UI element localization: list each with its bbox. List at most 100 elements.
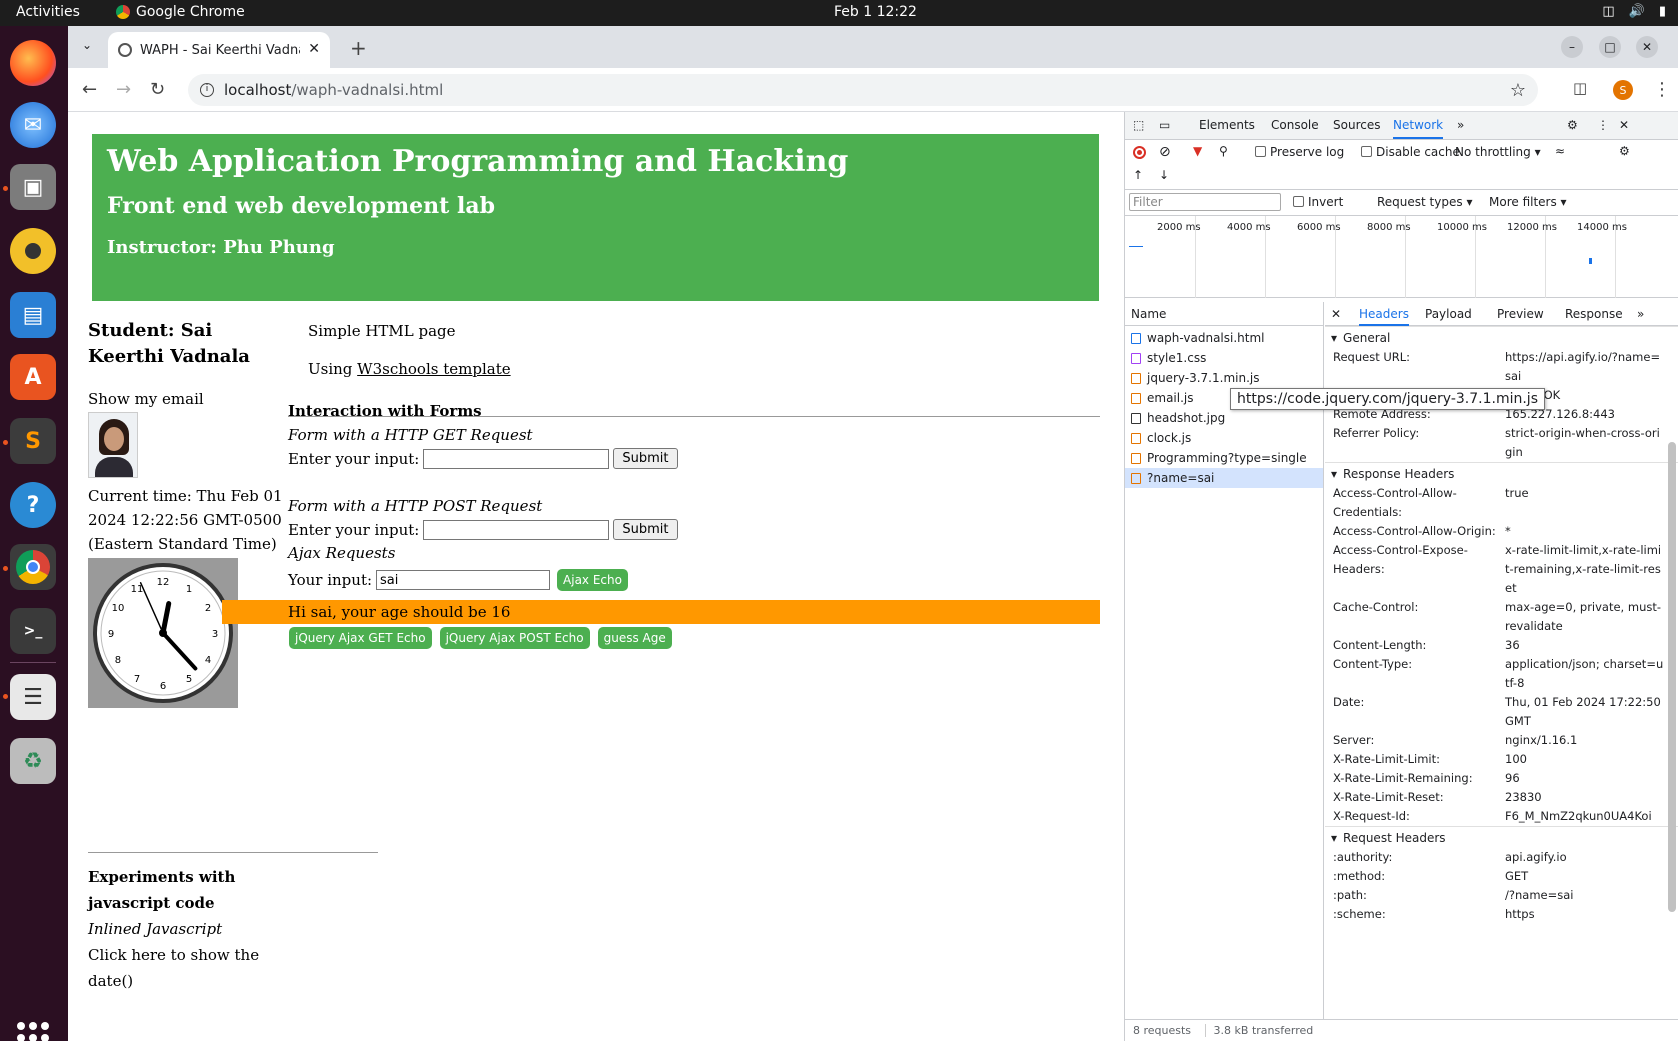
general-section-header[interactable]: ▾ General (1325, 326, 1678, 348)
post-input-field[interactable] (423, 519, 610, 540)
network-conditions-icon[interactable]: ≈ (1555, 144, 1565, 158)
network-settings-icon[interactable]: ⚙ (1619, 144, 1630, 158)
header-value[interactable]: F6_M_NmZ2qkun0UA4Koi (1505, 807, 1665, 826)
filter-icon[interactable]: ▼ (1193, 144, 1202, 158)
header-value[interactable]: 23830 (1505, 788, 1665, 807)
throttling-select[interactable]: No throttling ▾ (1455, 145, 1541, 159)
response-headers-section-header[interactable]: ▾ Response Headers (1325, 462, 1678, 484)
address-bar[interactable]: i localhost/waph-vadnalsi.html ☆ (188, 74, 1538, 106)
rhythmbox-icon[interactable] (10, 228, 56, 274)
show-email-link[interactable]: Show my email (88, 386, 288, 412)
request-row[interactable]: Programming?type=single (1125, 448, 1323, 468)
import-har-icon[interactable]: ↑ (1133, 168, 1143, 182)
writer-icon[interactable]: ▤ (10, 292, 56, 338)
trash-icon[interactable]: ♻ (10, 738, 56, 784)
export-har-icon[interactable]: ↓ (1159, 168, 1169, 182)
network-timeline[interactable]: 2000 ms 4000 ms 6000 ms 8000 ms 10000 ms 1200… (1125, 216, 1678, 298)
device-toolbar-icon[interactable]: ▭ (1159, 118, 1170, 132)
jquery-post-button[interactable]: jQuery Ajax POST Echo (438, 626, 591, 650)
help-icon[interactable]: ? (10, 482, 56, 528)
record-icon[interactable] (1133, 146, 1146, 159)
reload-icon[interactable]: ↻ (150, 79, 165, 100)
header-value[interactable]: nginx/1.16.1 (1505, 731, 1665, 750)
request-row[interactable]: jquery-3.7.1.min.js (1125, 368, 1323, 388)
forward-icon[interactable]: → (116, 79, 131, 100)
get-input-field[interactable] (423, 448, 610, 469)
header-value[interactable]: 100 (1505, 750, 1665, 769)
header-value[interactable]: * (1505, 522, 1665, 541)
settings-icon[interactable]: ⚙ (1567, 118, 1578, 132)
invert-checkbox[interactable]: Invert (1293, 195, 1343, 209)
header-value[interactable]: GET (1505, 867, 1665, 886)
header-value[interactable]: max-age=0, private, must-revalidate (1505, 598, 1665, 636)
tab-list-chevron-icon[interactable]: ⌄ (82, 38, 92, 52)
show-date-link[interactable]: Click here to show the date() (88, 942, 288, 994)
header-value[interactable]: https://api.agify.io/?name=sai (1505, 348, 1665, 386)
browser-tab[interactable]: WAPH - Sai Keerthi Vadnalsi ✕ (108, 32, 330, 68)
devtools-menu-icon[interactable]: ⋮ (1597, 118, 1609, 132)
request-headers-section-header[interactable]: ▾ Request Headers (1325, 826, 1678, 848)
request-row[interactable]: style1.css (1125, 348, 1323, 368)
thunderbird-icon[interactable]: ✉ (10, 102, 56, 148)
devtools-close-icon[interactable]: ✕ (1619, 118, 1629, 132)
tab-response[interactable]: Response (1565, 307, 1623, 321)
preserve-log-checkbox[interactable]: Preserve log (1255, 145, 1344, 159)
side-panel-icon[interactable]: ◫ (1573, 79, 1587, 97)
search-icon[interactable]: ⚲ (1219, 144, 1228, 158)
show-apps-icon[interactable] (17, 1022, 49, 1041)
tab-close-icon[interactable]: ✕ (308, 41, 320, 57)
name-column-header[interactable]: Name (1125, 302, 1323, 326)
terminal-icon[interactable]: >_ (10, 608, 56, 654)
tab-payload[interactable]: Payload (1425, 307, 1472, 321)
profile-avatar[interactable]: S (1613, 80, 1633, 100)
request-row[interactable]: ?name=sai (1125, 468, 1323, 488)
header-value[interactable]: /?name=sai (1505, 886, 1665, 905)
bookmark-star-icon[interactable]: ☆ (1510, 80, 1526, 101)
header-value[interactable]: application/json; charset=utf-8 (1505, 655, 1665, 693)
new-tab-icon[interactable]: + (350, 36, 367, 60)
system-clock[interactable]: Feb 1 12:22 (834, 4, 917, 20)
header-value[interactable]: https (1505, 905, 1665, 924)
jquery-get-button[interactable]: jQuery Ajax GET Echo (288, 626, 433, 650)
files-icon[interactable]: ▣ (10, 164, 56, 210)
tab-console[interactable]: Console (1271, 118, 1319, 132)
close-details-icon[interactable]: ✕ (1331, 307, 1341, 321)
ajax-echo-button[interactable]: Ajax Echo (556, 568, 629, 592)
request-row[interactable]: waph-vadnalsi.html (1125, 328, 1323, 348)
document-viewer-icon[interactable]: ☰ (10, 674, 56, 720)
sublime-text-icon[interactable]: S (10, 418, 56, 464)
details-scrollbar[interactable] (1668, 442, 1676, 912)
more-tabs-icon[interactable]: » (1457, 118, 1464, 132)
chrome-dock-icon[interactable] (10, 544, 56, 590)
ajax-input-field[interactable]: sai (376, 570, 551, 590)
tab-headers[interactable]: Headers (1359, 307, 1409, 326)
app-center-icon[interactable]: A (10, 354, 56, 400)
window-close-icon[interactable]: ✕ (1636, 36, 1658, 58)
site-info-icon[interactable]: i (200, 83, 214, 97)
header-value[interactable]: Thu, 01 Feb 2024 17:22:50 GMT (1505, 693, 1665, 731)
system-tray[interactable]: ◫ 🔊 ▮ (1602, 4, 1666, 19)
maximize-icon[interactable]: □ (1599, 36, 1621, 58)
clear-icon[interactable]: ⊘ (1159, 144, 1171, 160)
more-detail-tabs-icon[interactable]: » (1637, 307, 1644, 321)
header-value[interactable]: x-rate-limit-limit,x-rate-limit-remainin… (1505, 541, 1665, 598)
w3schools-link[interactable]: W3schools template (357, 360, 510, 378)
header-value[interactable]: true (1505, 484, 1665, 522)
minimize-icon[interactable]: – (1561, 36, 1583, 58)
inspect-element-icon[interactable]: ⬚ (1133, 118, 1144, 132)
header-value[interactable]: 96 (1505, 769, 1665, 788)
back-icon[interactable]: ← (82, 79, 97, 100)
tab-preview[interactable]: Preview (1497, 307, 1544, 321)
request-row[interactable]: headshot.jpg (1125, 408, 1323, 428)
firefox-icon[interactable] (10, 40, 56, 86)
guess-age-button[interactable]: guess Age (596, 626, 673, 650)
disable-cache-checkbox[interactable]: Disable cache (1361, 145, 1460, 159)
header-value[interactable]: api.agify.io (1505, 848, 1665, 867)
request-types-dropdown[interactable]: Request types ▾ (1377, 195, 1472, 209)
tab-network[interactable]: Network (1393, 118, 1444, 139)
tab-sources[interactable]: Sources (1333, 118, 1380, 132)
more-filters-dropdown[interactable]: More filters ▾ (1489, 195, 1567, 209)
activities-button[interactable]: Activities (16, 4, 80, 20)
filter-input[interactable]: Filter (1129, 193, 1281, 211)
chrome-menu-icon[interactable]: ⋮ (1653, 79, 1671, 100)
